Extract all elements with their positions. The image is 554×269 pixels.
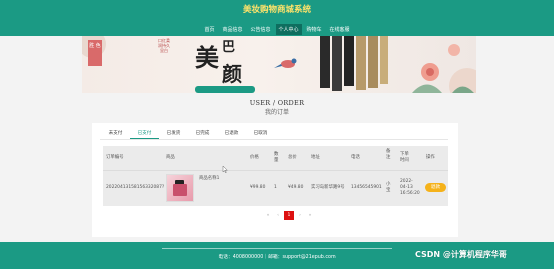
banner-decoration [82,36,476,93]
order-no: 20220413158156332087? [106,185,165,190]
footer-divider [162,248,392,249]
header-remark: 备注 [386,149,391,160]
order-address: 实习岛新华路9号 [311,185,345,190]
nav-item-products[interactable]: 商品信息 [219,24,245,35]
order-time-md: 04-13 [400,185,413,190]
lipstick-tubes [320,36,388,91]
site-title: 美妆购物商城系统 [242,5,311,15]
tab-paid[interactable]: 已支付 [130,127,159,139]
tab-cancelled[interactable]: 已取消 [246,127,275,139]
header-phone: 电话 [351,155,360,160]
order-remark: 小宝 [386,182,391,193]
nav-item-home[interactable]: 首页 [201,24,217,35]
order-phone: 13456545901 [351,185,382,190]
header-address: 地址 [311,155,320,160]
banner-vertical-text: 口红柔润持久显白 [158,38,170,53]
header-product: 商品 [166,155,175,160]
nav-item-notices[interactable]: 公告信息 [247,24,273,35]
cursor-icon [222,166,228,173]
product-price: ¥99.80 [250,185,266,190]
pager-last[interactable]: » [305,211,315,220]
product-thumbnail[interactable] [166,174,194,202]
nav-item-cart[interactable]: 购物车 [304,24,325,35]
tab-refunded[interactable]: 已退款 [217,127,246,139]
order-status-tabs: 未支付 已支付 已发货 已完成 已退款 已取消 [92,127,458,139]
order-time-clock: 16:56:20 [400,191,420,196]
main-nav: 首页 商品信息 公告信息 个人中心 购物车 在线客服 [0,24,554,35]
banner-big-char-2: 巴 [222,40,236,55]
page-title: 我的订单 [264,109,289,116]
header-order-time: 下单时间 [400,152,409,163]
header-order-no: 订单编号 [106,155,124,160]
header-quantity: 数量 [274,152,279,163]
lipstick-body [173,184,187,196]
product-quantity: 1 [274,185,277,190]
pager-next[interactable]: › [295,211,305,220]
pager-prev[interactable]: ‹ [273,211,283,220]
page-title-en: USER / ORDER [249,99,305,107]
order-time-date: 2022- [400,179,413,184]
header-action: 操作 [426,155,435,160]
nav-item-user-center[interactable]: 个人中心 [275,24,302,35]
tab-completed[interactable]: 已完成 [188,127,217,139]
nav-item-customer-service[interactable]: 在线客服 [327,24,353,35]
banner-green-band [195,86,255,93]
header-total: 总价 [288,155,297,160]
header-price: 价格 [250,155,259,160]
bird-icon [274,58,297,68]
csdn-watermark: CSDN @计算机程序华哥 [415,250,507,259]
order-total: ¥49.80 [288,185,304,190]
tab-shipped[interactable]: 已发货 [159,127,188,139]
hero-banner [82,36,476,93]
pagination: « ‹ 1 › » [263,211,315,220]
tabs-divider [100,139,448,140]
pager-first[interactable]: « [263,211,273,220]
product-name[interactable]: 商品名称1 [199,176,219,182]
banner-big-char-1: 美 [195,43,219,72]
banner-badge: 胜 色 [88,40,102,66]
refund-button[interactable]: 退款 [425,183,446,192]
banner-big-char-3: 颜 [222,62,242,86]
pager-current[interactable]: 1 [284,211,294,220]
tab-unpaid[interactable]: 未支付 [101,127,130,139]
